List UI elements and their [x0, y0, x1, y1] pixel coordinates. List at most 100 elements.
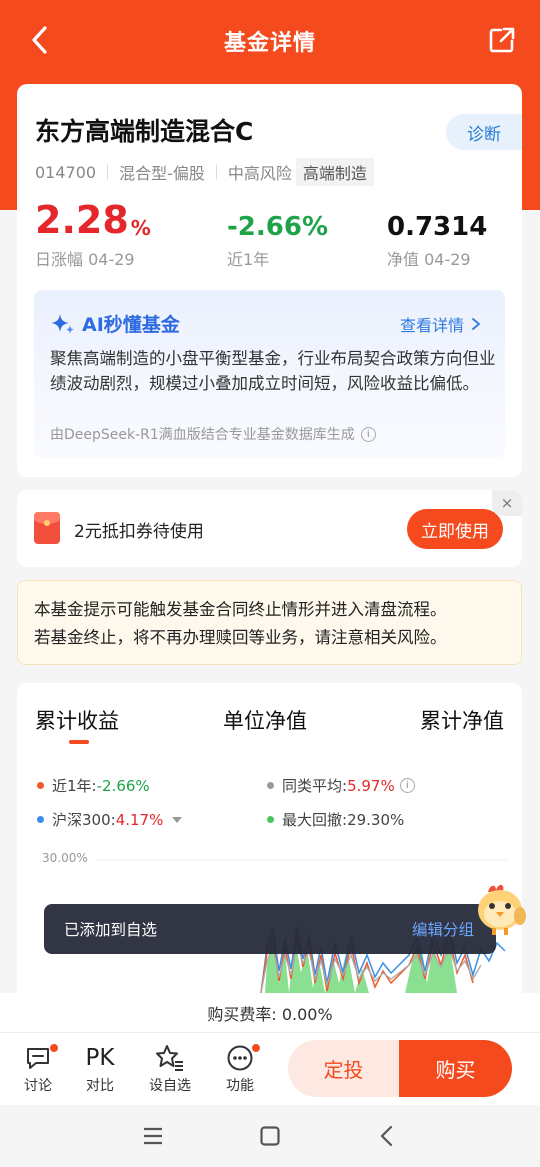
- use-coupon-button[interactable]: 立即使用: [407, 509, 503, 549]
- page-title: 基金详情: [223, 31, 316, 56]
- legend-dot: [267, 816, 274, 823]
- legend-peer: 同类平均: 5.97% i: [267, 775, 415, 796]
- menu-icon: [144, 1127, 162, 1145]
- discuss-label: 讨论: [24, 1078, 52, 1094]
- legend-index[interactable]: 沪深300: 4.17%: [37, 809, 183, 830]
- functions-button[interactable]: 功能: [216, 1041, 264, 1095]
- square-icon: [260, 1126, 280, 1146]
- pk-icon: PK: [85, 1045, 115, 1071]
- fund-risk: 中高风险: [227, 164, 292, 183]
- fund-name: 东方高端制造混合C: [35, 117, 254, 146]
- daily-change-metric: 2.28% 日涨幅 04-29: [35, 198, 151, 270]
- ai-summary-text: 聚焦高端制造的小盘平衡型基金，行业布局契合政策方向但业绩波动剧烈，规模过小叠加成…: [50, 349, 496, 393]
- legend-dot: [37, 816, 44, 823]
- chevron-left-icon: [32, 26, 47, 54]
- close-icon[interactable]: ×: [492, 490, 522, 516]
- notification-badge: [251, 1043, 261, 1053]
- coupon-text: 2元抵扣券待使用: [74, 522, 204, 542]
- home-button[interactable]: [255, 1121, 285, 1151]
- divider: [107, 164, 109, 180]
- notice-line-1: 本基金提示可能触发基金合同终止情形并进入清盘流程。: [34, 600, 447, 619]
- ai-source-text: 由DeepSeek-R1满血版结合专业基金数据库生成: [50, 427, 355, 443]
- legend-index-label: 沪深300:: [52, 811, 116, 829]
- toast-text: 已添加到自选: [64, 921, 158, 939]
- nav-metric: 0.7314 净值 04-29: [387, 200, 487, 270]
- toast-message: 已添加到自选 编辑分组: [44, 904, 496, 954]
- back-button[interactable]: [22, 22, 58, 58]
- fund-code: 014700: [35, 162, 97, 182]
- tab-unit-nav[interactable]: 单位净值: [223, 705, 307, 735]
- bottom-action-bar: 讨论 PK 对比 设自选 功能 定投 购买: [0, 1033, 540, 1105]
- compare-label: 对比: [86, 1078, 114, 1094]
- notice-line-2: 若基金终止，将不再办理赎回等业务，请注意相关风险。: [34, 628, 447, 647]
- fund-summary-card: 东方高端制造混合C 诊断 014700 混合型-偏股 中高风险 高端制造 2.2…: [17, 84, 522, 477]
- legend-drawdown-value: 29.30%: [347, 810, 405, 829]
- back-nav-button[interactable]: [372, 1121, 402, 1151]
- chevron-left-icon: [380, 1125, 393, 1147]
- active-tab-indicator: [69, 740, 89, 744]
- purchase-fee-bar: 购买费率: 0.00%: [0, 993, 540, 1033]
- ai-title-text: AI秒懂基金: [82, 314, 180, 336]
- legend-fund-value: -2.66%: [96, 776, 150, 795]
- daily-change-value: 2.28: [35, 198, 129, 242]
- nav-value: 0.7314: [387, 212, 488, 242]
- discuss-button[interactable]: 讨论: [14, 1041, 62, 1095]
- caret-down-icon: [172, 816, 183, 823]
- legend-dot: [267, 782, 274, 789]
- legend-fund-label: 近1年:: [52, 777, 97, 795]
- edit-group-link[interactable]: 编辑分组: [412, 918, 474, 940]
- year-change-value: -2.66%: [227, 212, 328, 242]
- fund-type: 混合型-偏股: [119, 164, 205, 183]
- recent-apps-button[interactable]: [138, 1121, 168, 1151]
- liquidation-notice: 本基金提示可能触发基金合同终止情形并进入清盘流程。 若基金终止，将不再办理赎回等…: [17, 580, 522, 665]
- legend-drawdown-label: 最大回撤:: [282, 811, 348, 829]
- ai-source: 由DeepSeek-R1满血版结合专业基金数据库生成 i: [50, 424, 376, 444]
- system-nav-bar: [0, 1105, 540, 1167]
- add-watchlist-button[interactable]: 设自选: [146, 1041, 194, 1095]
- info-icon[interactable]: i: [360, 426, 376, 442]
- daily-change-label: 日涨幅 04-29: [35, 250, 135, 269]
- fund-theme-tag[interactable]: 高端制造: [295, 158, 374, 186]
- divider: [215, 164, 217, 180]
- star-list-icon: [156, 1045, 183, 1071]
- diagnose-button[interactable]: 诊断: [446, 114, 522, 150]
- coupon-card: 2元抵扣券待使用 立即使用 ×: [17, 490, 522, 567]
- compare-button[interactable]: PK 对比: [76, 1041, 124, 1095]
- ai-more-label: 查看详情: [399, 316, 464, 335]
- mascot-chick-icon[interactable]: [474, 878, 526, 938]
- ai-title: AI秒懂基金: [50, 310, 180, 337]
- red-envelope-icon: [34, 512, 60, 544]
- year-change-metric: -2.66% 近1年: [227, 200, 328, 270]
- ai-summary-box[interactable]: AI秒懂基金 查看详情 聚焦高端制造的小盘平衡型基金，行业布局契合政策方向但业绩…: [34, 290, 505, 458]
- legend-dot: [37, 782, 44, 789]
- legend-index-value: 4.17%: [115, 810, 164, 829]
- daily-change-unit: %: [130, 216, 151, 240]
- buy-button[interactable]: 购买: [399, 1040, 512, 1097]
- share-button[interactable]: [484, 22, 520, 58]
- buy-button-group: 定投 购买: [288, 1040, 512, 1097]
- notification-badge: [49, 1043, 59, 1053]
- legend-drawdown: 最大回撤: 29.30%: [267, 809, 404, 830]
- chevron-right-icon: [472, 318, 480, 330]
- legend-fund: 近1年: -2.66%: [37, 775, 150, 796]
- tab-cumulative-return[interactable]: 累计收益: [35, 705, 119, 735]
- chart-tabs: 累计收益 单位净值 累计净值: [17, 705, 522, 745]
- top-bar: 基金详情: [0, 0, 540, 82]
- legend-peer-label: 同类平均:: [282, 777, 348, 795]
- more-icon: [227, 1045, 253, 1071]
- legend-peer-value: 5.97%: [347, 776, 395, 795]
- functions-label: 功能: [226, 1078, 254, 1094]
- ai-more-link[interactable]: 查看详情: [400, 312, 483, 336]
- sparkle-icon: [51, 313, 74, 334]
- info-icon[interactable]: i: [399, 778, 415, 793]
- chat-icon: [27, 1048, 49, 1069]
- fund-tags: 014700 混合型-偏股 中高风险 高端制造: [35, 158, 374, 186]
- add-watchlist-label: 设自选: [149, 1078, 191, 1094]
- tab-cumulative-nav[interactable]: 累计净值: [420, 705, 504, 735]
- purchase-fee-text: 购买费率: 0.00%: [207, 1004, 333, 1024]
- performance-chart-card: 累计收益 单位净值 累计净值 近1年: -2.66% 同类平均: 5.97% i…: [17, 683, 522, 1013]
- auto-invest-button[interactable]: 定投: [288, 1040, 399, 1097]
- share-icon: [489, 27, 515, 53]
- nav-label: 净值 04-29: [387, 250, 471, 269]
- year-change-label: 近1年: [227, 250, 270, 269]
